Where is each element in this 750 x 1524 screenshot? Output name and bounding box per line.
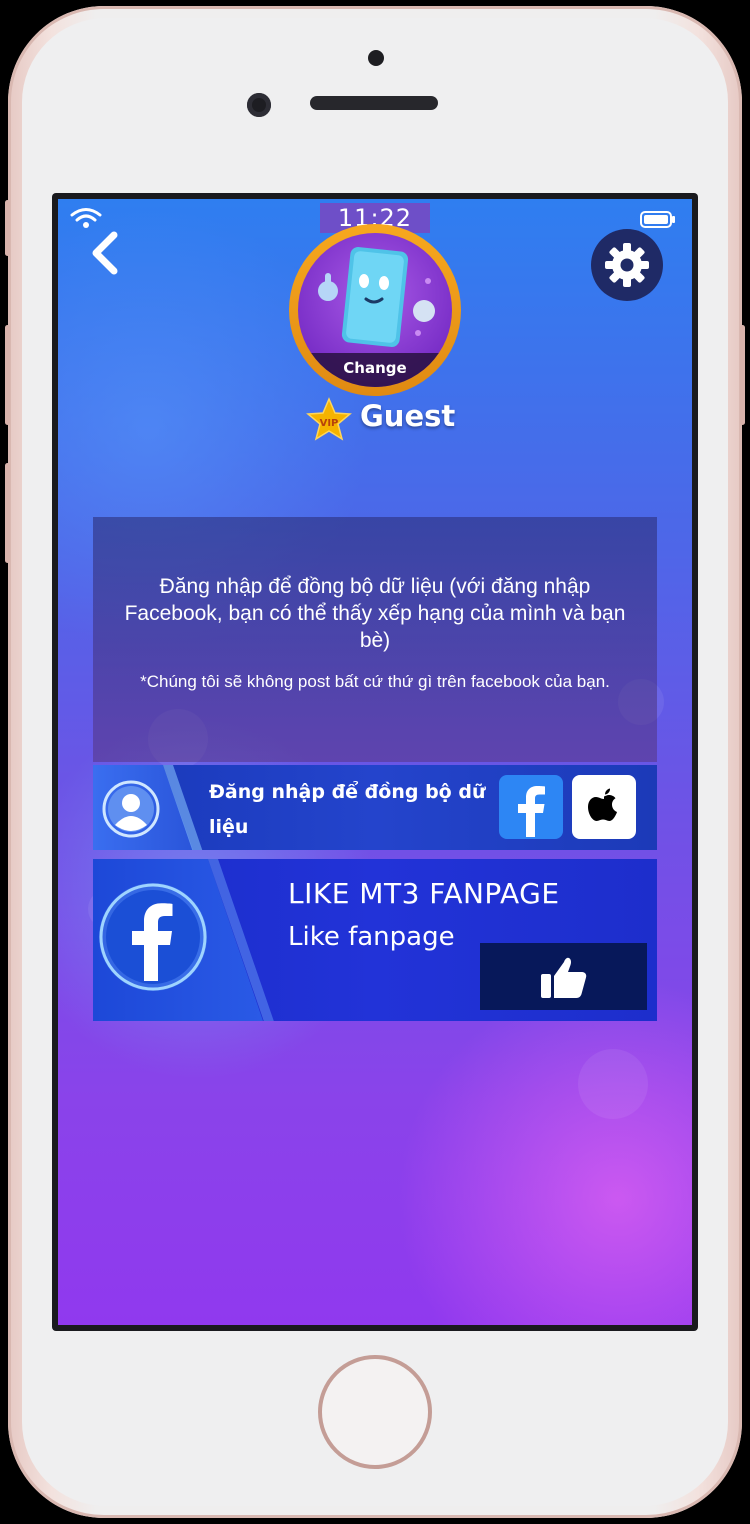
volume-down-button	[5, 463, 10, 563]
username: Guest	[360, 399, 456, 433]
fanpage-title: LIKE MT3 FANPAGE	[288, 877, 560, 910]
app-screen: 11:22 Change VIP Guest Đăng nhập để đồng…	[58, 199, 692, 1325]
avatar-image: Change	[298, 233, 452, 387]
battery-icon	[640, 211, 675, 228]
facebook-login-button[interactable]	[499, 775, 563, 839]
home-button[interactable]	[318, 1355, 432, 1469]
bokeh-light	[578, 1049, 648, 1119]
info-panel: Đăng nhập để đồng bộ dữ liệu (với đăng n…	[93, 517, 657, 762]
login-label: Đăng nhập để đồng bộ dữ liệu	[209, 781, 486, 838]
chevron-left-icon	[92, 231, 118, 275]
info-main-text: Đăng nhập để đồng bộ dữ liệu (với đăng n…	[124, 575, 626, 652]
front-camera	[247, 93, 271, 117]
vip-badge-label: VIP	[320, 418, 339, 429]
proximity-sensor	[368, 50, 384, 66]
apple-icon	[588, 788, 617, 821]
avatar[interactable]: Change	[289, 224, 461, 396]
mute-switch	[5, 200, 10, 256]
volume-up-button	[5, 325, 10, 425]
earpiece-speaker	[310, 96, 438, 110]
facebook-circle-icon	[99, 883, 207, 991]
avatar-change-label: Change	[298, 353, 452, 387]
vip-star-icon: VIP	[306, 397, 352, 441]
facebook-icon	[518, 786, 545, 837]
user-avatar-icon	[102, 780, 160, 838]
gear-icon	[605, 243, 649, 287]
info-note-text: *Chúng tôi sẽ không post bất cứ thứ gì t…	[140, 672, 610, 691]
fanpage-subtitle: Like fanpage	[288, 922, 455, 952]
thumbs-up-icon	[540, 957, 586, 998]
wifi-icon	[70, 208, 102, 228]
power-button	[740, 325, 745, 425]
like-fanpage-button[interactable]	[480, 943, 647, 1010]
login-row: Đăng nhập để đồng bộ dữ liệu	[93, 765, 657, 850]
back-button[interactable]	[80, 227, 132, 279]
apple-login-button[interactable]	[572, 775, 636, 839]
fanpage-row: LIKE MT3 FANPAGE Like fanpage	[93, 859, 657, 1021]
settings-button[interactable]	[591, 229, 663, 301]
